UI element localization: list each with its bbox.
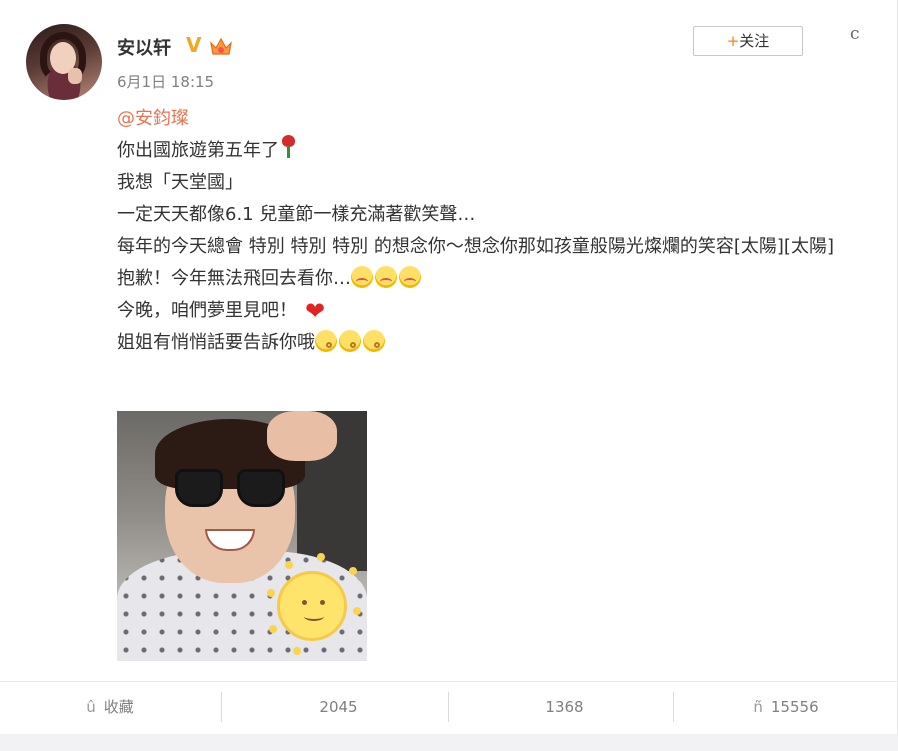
like-icon: ñ [753, 698, 763, 716]
collect-button[interactable]: û 收藏 [0, 682, 220, 732]
vip-verified-icon[interactable]: V [186, 35, 206, 55]
avatar-hand [68, 68, 82, 84]
collect-icon: û [86, 698, 96, 716]
post-line-1: 你出國旅遊第五年了 [117, 140, 279, 161]
share-count: 2045 [319, 698, 358, 716]
heart-icon: ❤ [305, 297, 326, 325]
like-button[interactable]: ñ 15556 [674, 682, 898, 732]
like-count: 15556 [770, 698, 819, 716]
sun-ray [349, 567, 357, 575]
follow-label: 关注 [739, 32, 770, 50]
author-name[interactable]: 安以轩 [117, 34, 171, 60]
bottom-strip [0, 734, 898, 751]
post-timestamp[interactable]: 6月1日 18:15 [117, 71, 214, 92]
sun-sticker-icon [277, 571, 347, 641]
sun-ray [293, 647, 301, 655]
comment-count: 1368 [545, 698, 584, 716]
collect-label: 收藏 [103, 698, 134, 716]
sun-ray [353, 607, 361, 615]
photo-hand [267, 411, 337, 461]
follow-plus-icon: + [726, 32, 740, 50]
post-text: @安鈞璨 你出國旅遊第五年了 我想「天堂國」 一定天天都像6.1 兒童節一樣充滿… [117, 103, 877, 359]
weibo-post-card: 安以轩 V 6月1日 18:15 +关注 c @安鈞璨 你出國旅遊第五年了 我想… [0, 0, 898, 751]
mention-link[interactable]: @安鈞璨 [117, 108, 189, 129]
post-line-4: 每年的今天總會 特別 特別 特別 的想念你～想念你那如孩童般陽光燦爛的笑容[太陽… [117, 236, 834, 257]
share-button[interactable]: 2045 [222, 682, 447, 732]
post-line-5: 抱歉！今年無法飛回去看你… [117, 268, 351, 289]
post-line-3: 一定天天都像6.1 兒童節一樣充滿著歡笑聲… [117, 204, 476, 225]
avatar[interactable] [26, 24, 102, 100]
sun-mouth [304, 612, 324, 621]
more-options-icon[interactable]: c [850, 24, 860, 44]
post-line-2: 我想「天堂國」 [117, 172, 243, 193]
sun-eye [320, 600, 325, 605]
sun-ray [317, 553, 325, 561]
post-line-7: 姐姐有悄悄話要告訴你哦 [117, 332, 315, 353]
comment-button[interactable]: 1368 [449, 682, 672, 732]
action-bar: û 收藏 2045 1368 ñ 15556 [0, 681, 898, 734]
photo-sunglasses [175, 469, 287, 509]
thinking-emoji-icon [363, 330, 385, 352]
sad-emoji-icon [375, 266, 397, 288]
thinking-emoji-icon [315, 330, 337, 352]
photo-lens-right [237, 469, 285, 507]
sad-emoji-icon [351, 266, 373, 288]
post-line-6: 今晚，咱們夢里見吧！ [117, 300, 297, 321]
post-photo[interactable] [117, 411, 367, 661]
follow-button[interactable]: +关注 [693, 26, 803, 56]
thinking-emoji-icon [339, 330, 361, 352]
sun-ray [269, 625, 277, 633]
rose-icon [279, 135, 297, 159]
sad-emoji-icon [399, 266, 421, 288]
sun-ray [285, 561, 293, 569]
photo-lens-left [175, 469, 223, 507]
sun-ray [267, 589, 275, 597]
member-crown-icon[interactable] [208, 35, 234, 57]
sun-eye [302, 600, 307, 605]
